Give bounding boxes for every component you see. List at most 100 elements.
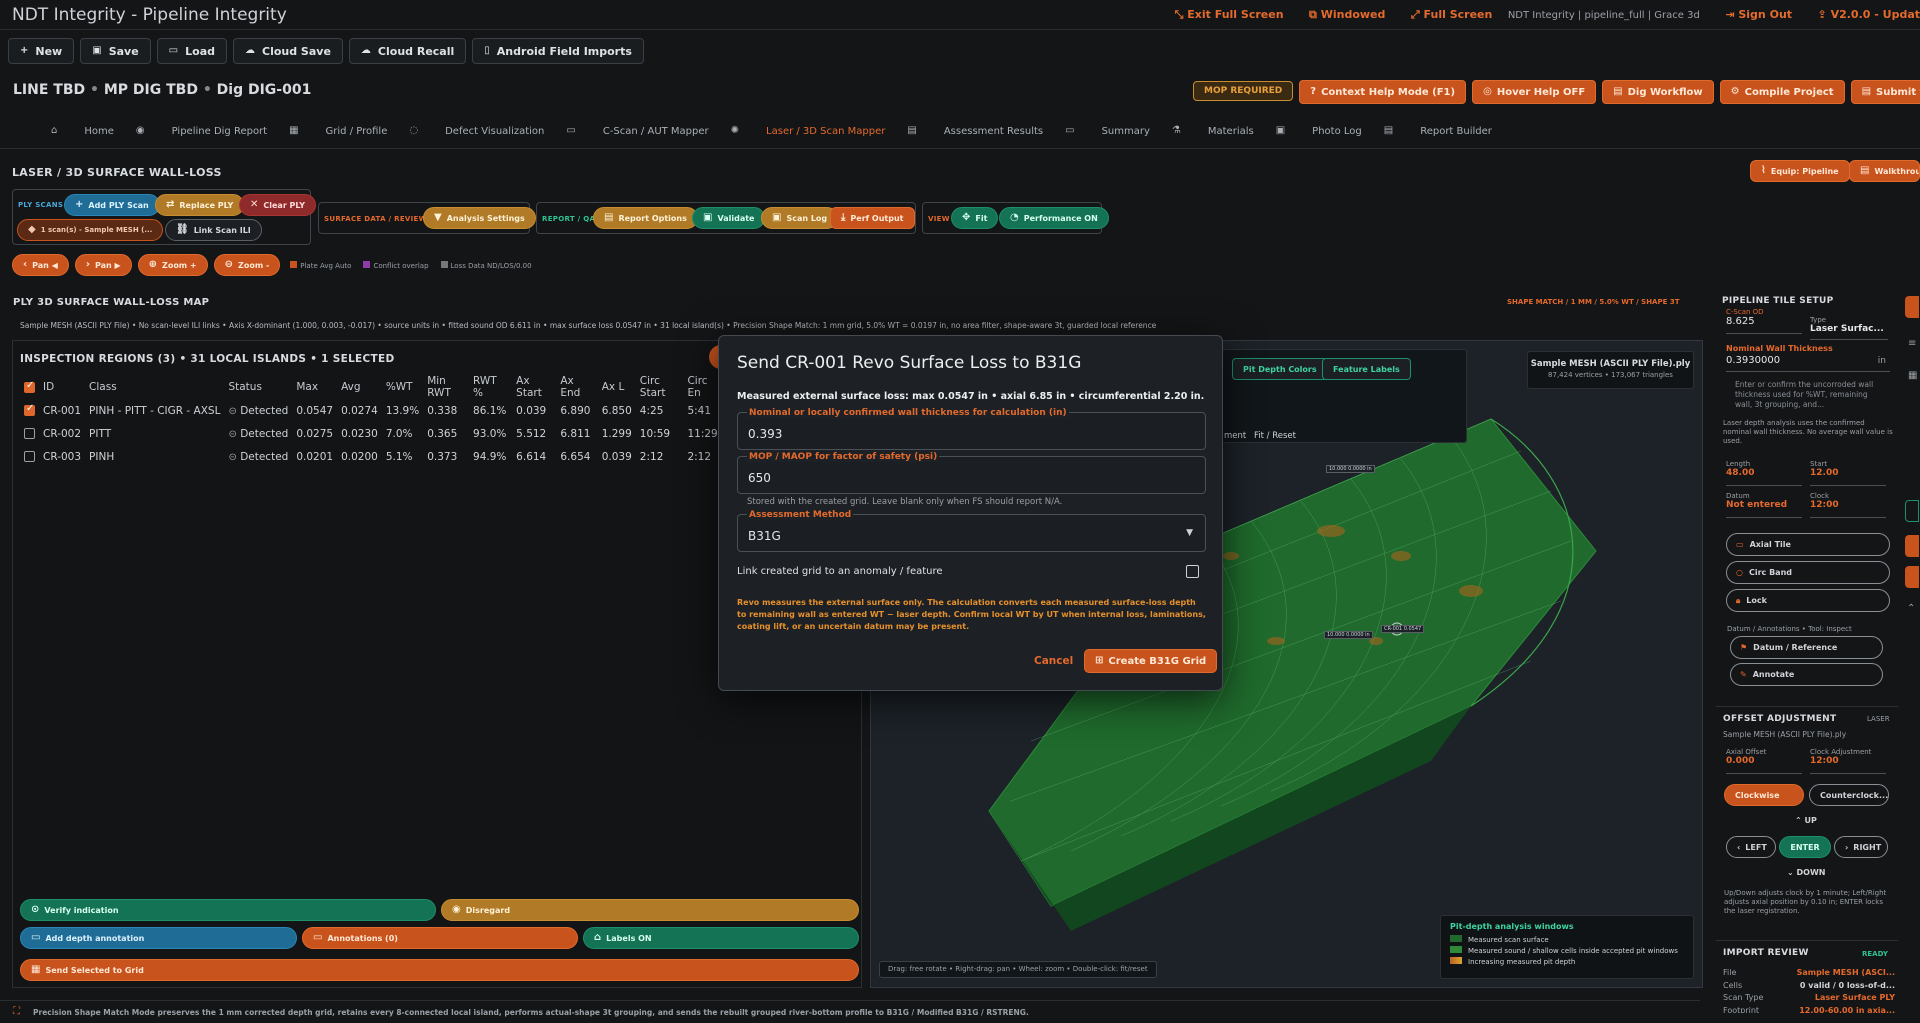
plate-avg-toggle[interactable]: Plate Avg Auto xyxy=(290,260,351,270)
annotate-button[interactable]: ✎ Annotate xyxy=(1730,663,1883,686)
fit-button[interactable]: ✥ Fit xyxy=(951,207,999,229)
tab-defect-visualization[interactable]: ◌ Defect Visualization xyxy=(409,126,544,137)
compile-project-button[interactable]: ⚙ Compile Project xyxy=(1719,80,1845,104)
breadcrumb-dig[interactable]: MP DIG TBD xyxy=(104,82,198,98)
mop-input[interactable]: MOP / MAOP for factor of safety (psi) 65… xyxy=(737,452,1206,494)
enter-button[interactable]: ENTER xyxy=(1779,836,1831,858)
counterclockwise-button[interactable]: Counterclock... xyxy=(1809,784,1889,806)
create-b31g-grid-button[interactable]: ⊞ Create B31G Grid xyxy=(1084,649,1218,673)
row-checkbox[interactable] xyxy=(24,451,35,462)
row-checkbox[interactable] xyxy=(24,403,35,416)
table-row[interactable]: CR-002 PITT ⊝ Detected 0.0275 0.0230 7.0% 0.36… xyxy=(20,422,725,445)
labels-toggle-button[interactable]: ⌂ Labels ON xyxy=(583,927,859,949)
col-header[interactable]: Status xyxy=(224,375,292,399)
tab-laser-3d[interactable]: ✺ Laser / 3D Scan Mapper xyxy=(731,126,886,137)
axial-offset-field[interactable]: Axial Offset 0.000 xyxy=(1726,748,1802,774)
zoom-in-button[interactable]: ⊕ Zoom + xyxy=(137,254,208,276)
edge-tool-button[interactable] xyxy=(1905,296,1919,318)
col-header[interactable]: Class xyxy=(85,375,224,399)
tab-assessment-results[interactable]: ▤ Assessment Results xyxy=(907,126,1043,137)
select-all-checkbox[interactable] xyxy=(24,380,35,393)
col-header[interactable]: Avg xyxy=(337,375,382,399)
dig-workflow-button[interactable]: ▤ Dig Workflow xyxy=(1602,80,1714,104)
full-screen-button[interactable]: ⤢ Full Screen xyxy=(1411,8,1492,21)
clock-adjustment-field[interactable]: Clock Adjustment 12:00 xyxy=(1810,748,1886,774)
clear-ply-button[interactable]: ✕ Clear PLY xyxy=(239,194,317,216)
datum-field[interactable]: Datum Not entered xyxy=(1726,492,1802,518)
link-scan-ili-button[interactable]: ⛓ Link Scan ILI xyxy=(165,219,262,241)
sign-out-button[interactable]: ⇥ Sign Out xyxy=(1725,8,1792,21)
tab-pipeline-dig-report[interactable]: ◉ Pipeline Dig Report xyxy=(136,126,267,137)
cloud-recall-button[interactable]: ☁ Cloud Recall xyxy=(348,38,467,64)
new-button[interactable]: + New xyxy=(8,38,75,64)
down-button[interactable]: ⌄ DOWN xyxy=(1787,868,1825,877)
col-header[interactable]: Min RWT xyxy=(423,375,469,399)
breadcrumb-dig-id[interactable]: Dig DIG-001 xyxy=(217,82,312,98)
col-header[interactable]: Ax End xyxy=(556,375,597,399)
tab-photo-log[interactable]: ▣ Photo Log xyxy=(1276,126,1362,137)
datum-reference-button[interactable]: ⚑ Datum / Reference xyxy=(1730,636,1883,659)
circ-band-button[interactable]: ○ Circ Band xyxy=(1726,561,1890,584)
exit-full-screen-button[interactable]: ⤡ Exit Full Screen xyxy=(1175,8,1284,21)
pan-right-button[interactable]: › Pan ▶ xyxy=(74,254,132,276)
tab-cscan-aut[interactable]: ▭ C-Scan / AUT Mapper xyxy=(566,126,708,137)
viewer-option[interactable]: ment xyxy=(1224,431,1246,441)
analysis-settings-button[interactable]: ▼ Analysis Settings xyxy=(423,207,536,229)
cloud-save-button[interactable]: ☁ Cloud Save xyxy=(233,38,343,64)
axial-tile-button[interactable]: ▭ Axial Tile xyxy=(1726,533,1890,556)
zoom-out-button[interactable]: ⊖ Zoom - xyxy=(213,254,281,276)
hover-help-button[interactable]: ◎ Hover Help OFF xyxy=(1472,80,1597,104)
tab-summary[interactable]: ▭ Summary xyxy=(1065,126,1150,137)
tab-materials[interactable]: ⚗ Materials xyxy=(1172,126,1254,137)
start-field[interactable]: Start 12.00 xyxy=(1810,460,1886,486)
perf-output-button[interactable]: ⤓ Perf Output xyxy=(830,207,915,229)
clock-field[interactable]: Clock 12:00 xyxy=(1810,492,1886,518)
save-button[interactable]: ▣ Save xyxy=(80,38,151,64)
tab-grid-profile[interactable]: ▦ Grid / Profile xyxy=(289,126,387,137)
load-button[interactable]: ▭ Load xyxy=(156,38,227,64)
loss-data-toggle[interactable]: Loss Data ND/LOS/0.00 xyxy=(440,260,532,270)
android-imports-button[interactable]: ▯ Android Field Imports xyxy=(472,38,644,64)
grid-icon[interactable]: ▦ xyxy=(1908,370,1917,381)
performance-button[interactable]: ◔ Performance ON xyxy=(999,207,1109,229)
submit-review-button[interactable]: ▤Submit for Review xyxy=(1850,80,1920,104)
conflict-overlap-toggle[interactable]: Conflict overlap xyxy=(363,260,429,270)
pit-depth-colors-button[interactable]: Pit Depth Colors xyxy=(1232,358,1328,380)
pan-left-button[interactable]: ‹ Pan ◀ xyxy=(12,254,69,276)
replace-ply-button[interactable]: ⇄ Replace PLY xyxy=(155,194,245,216)
edge-tool-button[interactable] xyxy=(1905,535,1919,557)
link-anomaly-checkbox[interactable] xyxy=(1186,565,1199,578)
add-ply-scan-button[interactable]: + Add PLY Scan xyxy=(64,194,160,216)
add-depth-annotation-button[interactable]: ▭ Add depth annotation xyxy=(20,927,297,949)
scan-select-dropdown[interactable]: ◆ 1 scan(s) - Sample MESH (... xyxy=(17,219,164,241)
left-button[interactable]: ‹ LEFT xyxy=(1726,836,1776,858)
col-header[interactable]: Circ Start xyxy=(636,375,684,399)
feature-labels-button[interactable]: Feature Labels xyxy=(1322,358,1411,380)
annotations-button[interactable]: ▭ Annotations (0) xyxy=(302,927,578,949)
edge-tool-button[interactable] xyxy=(1905,566,1919,588)
disregard-button[interactable]: ◉ Disregard xyxy=(441,899,859,921)
cancel-button[interactable]: Cancel xyxy=(1034,655,1073,667)
windowed-button[interactable]: ⧉ Windowed xyxy=(1309,8,1385,21)
menu-icon[interactable]: ≡ xyxy=(1908,338,1916,349)
table-row[interactable]: CR-003 PINH ⊝ Detected 0.0201 0.0200 5.1% 0.37… xyxy=(20,445,725,468)
lock-button[interactable]: 🔒︎ Lock xyxy=(1726,589,1890,612)
col-header[interactable]: ID xyxy=(39,375,85,399)
version-button[interactable]: ⇪ V2.0.0 - Updat xyxy=(1818,8,1920,21)
col-header[interactable]: Ax Start xyxy=(512,375,556,399)
scan-log-button[interactable]: ▣ Scan Log xyxy=(761,207,839,229)
clockwise-button[interactable]: Clockwise xyxy=(1724,784,1804,806)
fit-reset-button[interactable]: Fit / Reset xyxy=(1254,431,1296,441)
edge-tool-button[interactable] xyxy=(1905,500,1919,522)
wall-thickness-input[interactable]: Nominal or locally confirmed wall thickn… xyxy=(737,408,1206,450)
length-field[interactable]: Length 48.00 xyxy=(1726,460,1802,486)
send-to-grid-button[interactable]: ▦ Send Selected to Grid xyxy=(20,959,859,981)
table-row[interactable]: CR-001 PINH - PITT - CIGR - AXSL ⊝ Detecte… xyxy=(20,399,725,422)
chevron-up-icon[interactable]: ⌃ xyxy=(1907,603,1915,614)
col-header[interactable]: Max xyxy=(292,375,337,399)
cscan-od-field[interactable]: C-Scan OD 8.625 xyxy=(1726,308,1802,334)
validate-button[interactable]: ▣ Validate xyxy=(692,207,766,229)
assessment-method-select[interactable]: Assessment Method B31G ▼ xyxy=(737,510,1206,552)
right-button[interactable]: › RIGHT xyxy=(1834,836,1888,858)
tab-home[interactable]: ⌂ Home xyxy=(51,126,114,137)
